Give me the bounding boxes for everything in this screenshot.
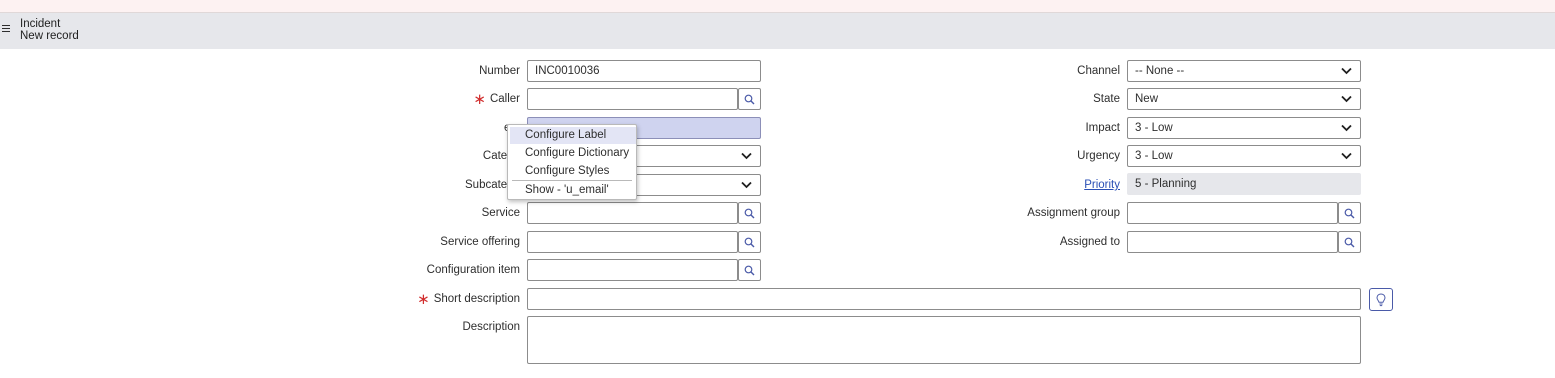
assignment-group-lookup-button[interactable] <box>1338 202 1361 224</box>
assignment-group-field[interactable] <box>1127 202 1338 224</box>
menu-item-configure-styles[interactable]: Configure Styles <box>510 163 636 180</box>
number-field[interactable]: INC0010036 <box>527 60 761 82</box>
chevron-down-icon <box>1341 67 1352 75</box>
menu-item-configure-dictionary[interactable]: Configure Dictionary <box>510 145 636 162</box>
chevron-down-icon <box>1341 124 1352 132</box>
field-context-menu: Configure Label Configure Dictionary Con… <box>507 124 637 200</box>
impact-select[interactable]: 3 - Low <box>1127 117 1361 139</box>
hamburger-icon[interactable] <box>2 25 10 32</box>
service-lookup-button[interactable] <box>738 202 761 224</box>
chevron-down-icon <box>741 181 752 189</box>
channel-label: Channel <box>1077 65 1120 77</box>
number-label: Number <box>479 65 520 77</box>
urgency-select[interactable]: 3 - Low <box>1127 145 1361 167</box>
assigned-to-label: Assigned to <box>1059 236 1120 248</box>
configuration-item-label: Configuration item <box>426 264 520 276</box>
menu-separator <box>512 180 632 181</box>
form-title: Incident New record <box>20 18 79 42</box>
assigned-to-lookup-button[interactable] <box>1338 231 1361 253</box>
caller-label: ∗ Caller <box>473 91 520 108</box>
required-icon: ∗ <box>417 291 430 308</box>
priority-link[interactable]: Priority <box>1084 179 1120 191</box>
magnifier-icon <box>744 237 755 248</box>
priority-field: 5 - Planning <box>1127 173 1361 195</box>
required-icon: ∗ <box>473 91 486 108</box>
email-label: em <box>400 121 520 135</box>
configuration-item-field[interactable] <box>527 259 738 281</box>
menu-item-configure-label[interactable]: Configure Label <box>510 127 636 144</box>
top-stripe <box>0 0 1555 12</box>
state-label: State <box>1093 93 1120 105</box>
short-description-label: ∗ Short description <box>417 291 520 308</box>
lightbulb-icon <box>1376 293 1386 307</box>
caller-field[interactable] <box>527 88 738 110</box>
priority-label: Priority <box>980 178 1120 192</box>
subcategory-label: Subcatego <box>465 179 520 191</box>
assigned-to-field[interactable] <box>1127 231 1338 253</box>
table-name: Incident <box>20 18 61 30</box>
description-textarea[interactable] <box>527 316 1361 364</box>
service-offering-lookup-button[interactable] <box>738 231 761 253</box>
form-header: Incident New record <box>0 12 1555 49</box>
magnifier-icon <box>744 208 755 219</box>
service-field[interactable] <box>527 202 738 224</box>
suggestion-button[interactable] <box>1369 288 1393 311</box>
short-description-field[interactable] <box>527 288 1361 310</box>
chevron-down-icon <box>741 152 752 160</box>
category-label: Catego <box>482 150 520 162</box>
chevron-down-icon <box>1341 152 1352 160</box>
service-label: Service <box>481 207 520 219</box>
magnifier-icon <box>1344 208 1355 219</box>
record-name: New record <box>20 30 79 42</box>
state-select[interactable]: New <box>1127 88 1361 110</box>
assignment-group-label: Assignment group <box>1027 207 1120 219</box>
magnifier-icon <box>1344 237 1355 248</box>
description-label: Description <box>462 321 520 333</box>
caller-lookup-button[interactable] <box>738 88 761 110</box>
impact-label: Impact <box>1085 122 1120 134</box>
service-offering-field[interactable] <box>527 231 738 253</box>
service-offering-label: Service offering <box>440 236 520 248</box>
configuration-item-lookup-button[interactable] <box>738 259 761 281</box>
channel-select[interactable]: -- None -- <box>1127 60 1361 82</box>
magnifier-icon <box>744 94 755 105</box>
urgency-label: Urgency <box>1077 150 1120 162</box>
magnifier-icon <box>744 265 755 276</box>
chevron-down-icon <box>1341 95 1352 103</box>
menu-item-show-field-name[interactable]: Show - 'u_email' <box>510 182 636 199</box>
